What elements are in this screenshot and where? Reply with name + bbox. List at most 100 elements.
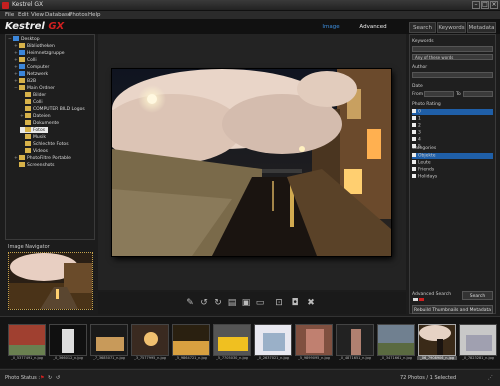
tree-item-bibliotheken[interactable]: + Bibliotheken — [14, 43, 55, 49]
tab-search[interactable]: Search — [409, 22, 436, 33]
rebuild-thumbnails-button[interactable]: Rebuild Thumbnails and Metadata — [412, 305, 493, 314]
thumbnail-caption: _0_3471661_n.jpg — [380, 356, 412, 360]
network-icon — [19, 71, 25, 76]
folder-icon — [25, 92, 31, 97]
tree-item-main-ordner[interactable]: − Main Ordner — [14, 85, 55, 91]
date-to-input[interactable] — [463, 91, 493, 97]
tree-item-colli[interactable]: + Colli — [14, 57, 37, 63]
main-photo[interactable] — [112, 69, 391, 256]
folder-icon — [19, 43, 25, 48]
date-from-label: From — [412, 92, 424, 97]
thumbnail[interactable] — [172, 324, 210, 356]
category-checkbox-objekte[interactable]: Objekte — [412, 153, 493, 159]
thumbnail[interactable] — [295, 324, 333, 356]
thumbnail[interactable] — [377, 324, 415, 356]
tree-item-computer-bild-logos[interactable]: COMPUTER BILD Logos — [20, 106, 85, 112]
thumbnail-strip: _0_5377491_n.jpg _0_366012_n.jpg _7_3685… — [0, 316, 500, 368]
status-rotate-icon[interactable]: ↻ — [48, 375, 52, 381]
date-label: Date — [412, 84, 423, 89]
maximize-icon[interactable]: □ — [481, 1, 489, 9]
tree-item-dokumente[interactable]: Dokumente — [20, 120, 59, 126]
image-viewer-button[interactable]: Image Viewer — [313, 22, 349, 40]
tree-item-screenshots[interactable]: Screenshots — [14, 162, 55, 168]
folder-icon — [25, 141, 31, 146]
advanced-search-button[interactable]: Advanced Search — [352, 22, 394, 40]
photo-rating-label: Photo Rating — [412, 102, 441, 107]
author-label: Author — [412, 65, 428, 70]
slideshow-icon[interactable]: ▣ — [241, 298, 251, 308]
tree-item-netzwerk[interactable]: + Netzwerk — [14, 71, 48, 77]
folder-icon — [25, 113, 31, 118]
category-checkbox-leute[interactable]: Leute — [412, 160, 431, 166]
tree-item-desktop[interactable]: − Desktop — [8, 36, 40, 42]
rating-checkbox-2[interactable]: 2 — [412, 123, 421, 129]
status-rotate-left-icon[interactable]: ↺ — [56, 375, 60, 381]
delete-icon[interactable]: ✖ — [306, 298, 316, 308]
tree-item-fotos[interactable]: Fotos — [20, 127, 49, 133]
image-navigator-thumbnail[interactable] — [8, 252, 93, 310]
status-flag-icon[interactable]: ⚑ — [40, 375, 44, 381]
thumbnail[interactable] — [213, 324, 251, 356]
author-input[interactable] — [412, 72, 493, 78]
fullscreen-icon[interactable]: ◘ — [290, 298, 300, 308]
thumbnail[interactable] — [254, 324, 292, 356]
tree-item-bilder[interactable]: Bilder — [20, 92, 46, 98]
tree-item-schlechte-fotos[interactable]: Schlechte Fotos — [20, 141, 69, 147]
rating-checkbox-3[interactable]: 3 — [412, 130, 421, 136]
thumbnail-selected[interactable] — [418, 324, 456, 356]
image-navigator-label: Image Navigator — [8, 244, 50, 250]
tab-metadata[interactable]: Metadata — [467, 22, 496, 33]
menu-database[interactable]: Database — [45, 12, 71, 18]
rotate-right-icon[interactable]: ↻ — [213, 298, 223, 308]
rating-checkbox-0[interactable]: 0 — [412, 109, 493, 115]
tree-item-heimnetzgruppe[interactable]: + Heimnetzgruppe — [14, 50, 65, 56]
cherry-blossom-canal-photo — [112, 69, 391, 256]
photo-count: 72 Photos / 1 Selected — [400, 375, 457, 381]
category-checkbox-holidays[interactable]: Holidays — [412, 174, 437, 180]
rating-bars-icon[interactable]: ▤ — [227, 298, 237, 308]
menu-photos[interactable]: Photos — [69, 12, 88, 18]
folder-icon — [19, 50, 25, 55]
search-button[interactable]: Search — [462, 291, 493, 300]
tree-item-b2b[interactable]: + B2B — [14, 78, 36, 84]
menu-edit[interactable]: Edit — [18, 12, 29, 18]
folder-icon — [19, 78, 25, 83]
category-checkbox-friends[interactable]: Friends — [412, 167, 434, 173]
thumbnail[interactable] — [90, 324, 128, 356]
thumbnail[interactable] — [131, 324, 169, 356]
tab-keywords[interactable]: Keywords — [437, 22, 466, 33]
thumbnail-caption-selected: _06_7908906_n.jpg — [417, 356, 457, 360]
menu-file[interactable]: File — [5, 12, 14, 18]
tree-item-computer[interactable]: + Computer — [14, 64, 49, 70]
thumbnail[interactable] — [336, 324, 374, 356]
tree-item-colli-sub[interactable]: Colli — [20, 99, 43, 105]
thumbnail[interactable] — [8, 324, 46, 356]
fit-screen-icon[interactable]: ⊡ — [274, 298, 284, 308]
toggle-off-icon[interactable] — [413, 298, 418, 301]
advanced-search-label: Advanced Search — [412, 292, 452, 297]
tree-item-dateien[interactable]: + Dateien — [20, 113, 51, 119]
menu-bar: File Edit View Database Photos Help — [0, 11, 500, 20]
tree-item-videos[interactable]: Videos — [20, 148, 48, 154]
resize-grip-icon[interactable]: ⋰ — [488, 375, 493, 381]
menu-view[interactable]: View — [31, 12, 44, 18]
keywords-input[interactable] — [412, 46, 493, 52]
rating-checkbox-1[interactable]: 1 — [412, 116, 421, 122]
tree-item-musik[interactable]: Musik — [20, 134, 46, 140]
navigator-photo — [9, 253, 92, 309]
rating-checkbox-4[interactable]: 4 — [412, 137, 421, 143]
date-from-input[interactable] — [424, 91, 454, 97]
menu-help[interactable]: Help — [88, 12, 101, 18]
thumbnail[interactable] — [459, 324, 497, 356]
edit-pencil-icon[interactable]: ✎ — [185, 298, 195, 308]
thumbnail-caption: _0_2637021_n.jpg — [257, 356, 289, 360]
toggle-on-icon[interactable] — [419, 298, 424, 301]
tree-item-photofiltre-portable[interactable]: + PhotoFiltre Portable — [14, 155, 71, 161]
close-icon[interactable]: × — [490, 1, 498, 9]
minimize-icon[interactable]: – — [472, 1, 480, 9]
rotate-left-icon[interactable]: ↺ — [199, 298, 209, 308]
comment-icon[interactable]: ▭ — [255, 298, 265, 308]
folder-icon — [25, 134, 31, 139]
match-select[interactable]: Any of these words — [412, 54, 493, 60]
thumbnail[interactable] — [49, 324, 87, 356]
